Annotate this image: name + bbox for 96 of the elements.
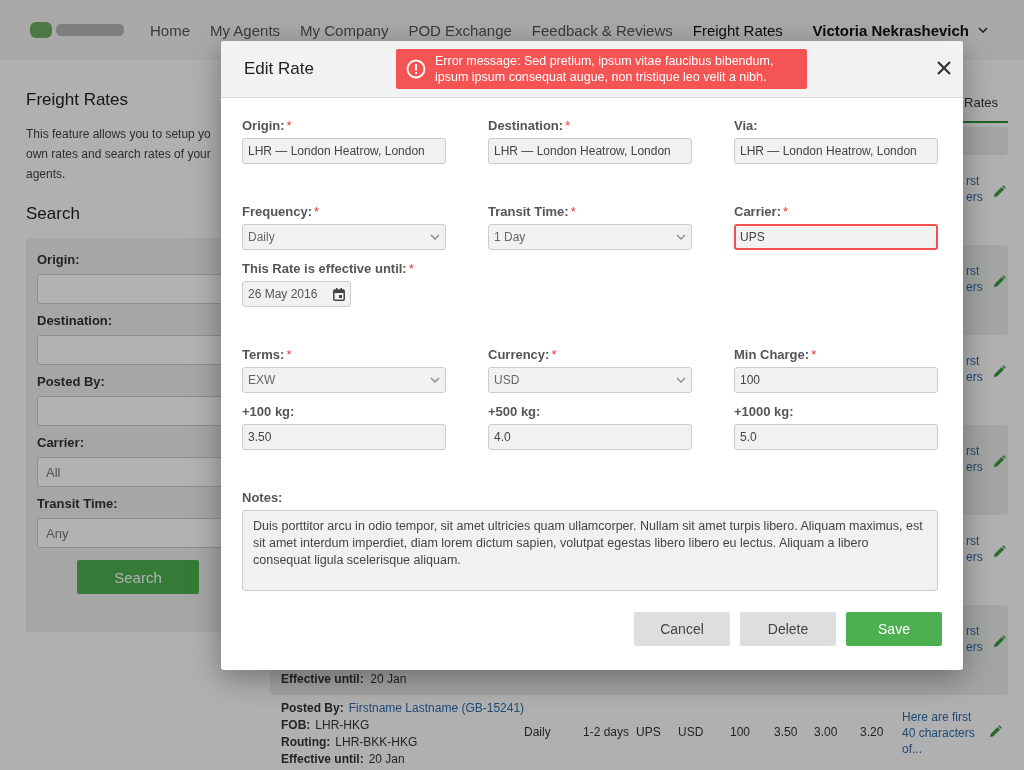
required-mark: * bbox=[565, 118, 571, 133]
dialog-button[interactable]: Save bbox=[846, 612, 942, 646]
poster-link[interactable]: Firstname Lastname (GB-15241) bbox=[348, 701, 525, 715]
nav-link[interactable]: My Agents bbox=[210, 21, 281, 39]
notes-link[interactable]: Here are first 40 characters of... bbox=[902, 709, 986, 757]
field-label: Posted By: bbox=[37, 374, 106, 390]
required-mark: * bbox=[286, 347, 292, 362]
pencil-icon[interactable] bbox=[989, 725, 1002, 738]
input-field[interactable]: 3.50 bbox=[242, 424, 446, 450]
field-label: Origin: bbox=[242, 118, 285, 133]
required-mark: * bbox=[408, 261, 414, 276]
pencil-icon[interactable] bbox=[993, 635, 1006, 648]
table-cell-text: 3.50 bbox=[774, 725, 799, 739]
error-message: Error message: Sed pretium, ipsum vitae faucibus bibendum, ipsum ipsum consequat augue, non tristique leo velit a nibh. bbox=[435, 53, 775, 85]
pencil-icon[interactable] bbox=[993, 455, 1006, 468]
table-cell-text: USD bbox=[678, 725, 705, 739]
search-heading: Search bbox=[26, 204, 81, 224]
field-label: +500 kg: bbox=[488, 404, 541, 419]
notes-link[interactable]: rst ers bbox=[966, 533, 988, 565]
field-label: Transit Time: bbox=[488, 204, 569, 219]
required-mark: * bbox=[782, 204, 789, 219]
chevron-icon bbox=[430, 377, 440, 383]
close-icon[interactable] bbox=[936, 60, 952, 76]
detail-label: Routing: bbox=[281, 735, 331, 749]
field-label: This Rate is effective until: bbox=[242, 261, 407, 276]
detail-label: Posted By: bbox=[281, 701, 344, 715]
notes-field[interactable]: Duis porttitor arcu in odio tempor, sit amet ultricies quam ullamcorper. Nullam sit amet turpis libero. Aliquam maximus, est sit amet interdum imperdiet, diam lorem dictum sapien, volutpat egestas libero libero eu lectus. Aliquam a libero consequat ligula scelerisque aliquam. bbox=[242, 510, 938, 591]
required-mark: * bbox=[551, 347, 557, 362]
detail-label: Effective until: bbox=[281, 752, 364, 766]
notes-link[interactable]: rst ers bbox=[966, 263, 988, 295]
detail-value: LHR-BKK-HKG bbox=[335, 735, 418, 749]
field-label: Currency: bbox=[488, 347, 550, 362]
select-field[interactable]: Daily bbox=[242, 224, 446, 250]
field-label: Destination: bbox=[488, 118, 564, 133]
detail-value: 20 Jan bbox=[368, 752, 405, 766]
input-field[interactable]: 4.0 bbox=[488, 424, 692, 450]
field-label: +100 kg: bbox=[242, 404, 295, 419]
select-field[interactable]: 1 Day bbox=[488, 224, 692, 250]
alert-icon bbox=[406, 59, 426, 79]
required-mark: * bbox=[811, 347, 817, 362]
dialog-button[interactable]: Delete bbox=[740, 612, 836, 646]
notes-link[interactable]: rst ers bbox=[966, 353, 988, 385]
field-label: Terms: bbox=[242, 347, 285, 362]
table-cell-text: 100 bbox=[730, 725, 752, 739]
required-mark: * bbox=[570, 204, 576, 219]
nav-link[interactable]: Feedback & Reviews bbox=[531, 21, 673, 39]
input-field[interactable]: LHR — London Heatrow, London bbox=[242, 138, 446, 164]
field-label: Transit Time: bbox=[37, 496, 119, 512]
nav-link[interactable]: My Company bbox=[300, 21, 389, 39]
field-label: Carrier: bbox=[37, 435, 85, 451]
field-label: Via: bbox=[734, 118, 758, 133]
nav-link[interactable]: Home bbox=[150, 21, 190, 39]
input-field[interactable]: UPS bbox=[734, 224, 938, 250]
field-label: Origin: bbox=[37, 252, 81, 268]
nav-link[interactable]: POD Exchange bbox=[408, 21, 512, 39]
input-field[interactable]: LHR — London Heatrow, London bbox=[734, 138, 938, 164]
field-label: Min Charge: bbox=[734, 347, 810, 362]
notes-link[interactable]: rst ers bbox=[966, 173, 988, 205]
field-label: Notes: bbox=[242, 490, 283, 505]
required-mark: * bbox=[314, 204, 320, 219]
notes-link[interactable]: rst ers bbox=[966, 623, 988, 655]
pencil-icon[interactable] bbox=[993, 275, 1006, 288]
pencil-icon[interactable] bbox=[993, 185, 1006, 198]
detail-label: FOB: bbox=[281, 718, 311, 732]
pencil-icon[interactable] bbox=[993, 365, 1006, 378]
description-text: This feature allows you to setup yo own rates and search rates of your agents. bbox=[26, 126, 212, 183]
field-label: Frequency: bbox=[242, 204, 313, 219]
table-cell-text: 3.00 bbox=[814, 725, 839, 739]
chevron-icon bbox=[430, 234, 440, 240]
table-cell-text: UPS bbox=[636, 725, 662, 739]
dialog-button[interactable]: Cancel bbox=[634, 612, 730, 646]
table-cell-text: 1-2 days bbox=[583, 725, 631, 739]
nav-link[interactable]: Freight Rates bbox=[692, 21, 783, 39]
dialog-title: Edit Rate bbox=[244, 59, 314, 79]
select-field[interactable]: USD bbox=[488, 367, 692, 393]
field-label: Destination: bbox=[37, 313, 114, 329]
notes-link[interactable]: rst ers bbox=[966, 443, 988, 475]
chevron-icon bbox=[978, 27, 988, 33]
chevron-icon bbox=[676, 234, 686, 240]
chevron-icon bbox=[676, 377, 686, 383]
input-field[interactable]: LHR — London Heatrow, London bbox=[488, 138, 692, 164]
table-cell-text: 3.20 bbox=[860, 725, 885, 739]
pencil-icon[interactable] bbox=[993, 545, 1006, 558]
table-cell-text: Daily bbox=[524, 725, 552, 739]
input-field[interactable]: 100 bbox=[734, 367, 938, 393]
required-mark: * bbox=[286, 118, 292, 133]
select-field[interactable]: EXW bbox=[242, 367, 446, 393]
page-title: Freight Rates bbox=[26, 90, 130, 110]
detail-text: Effective until: 20 Jan bbox=[281, 672, 408, 686]
user-menu[interactable]: Victoria Nekrashevich bbox=[812, 21, 988, 39]
calendar-icon bbox=[333, 287, 345, 301]
detail-value: LHR-HKG bbox=[315, 718, 370, 732]
field-label: Carrier: bbox=[734, 204, 781, 219]
input-field[interactable]: 5.0 bbox=[734, 424, 938, 450]
field-label: +1000 kg: bbox=[734, 404, 794, 419]
date-field[interactable]: 26 May 2016 bbox=[242, 281, 351, 307]
